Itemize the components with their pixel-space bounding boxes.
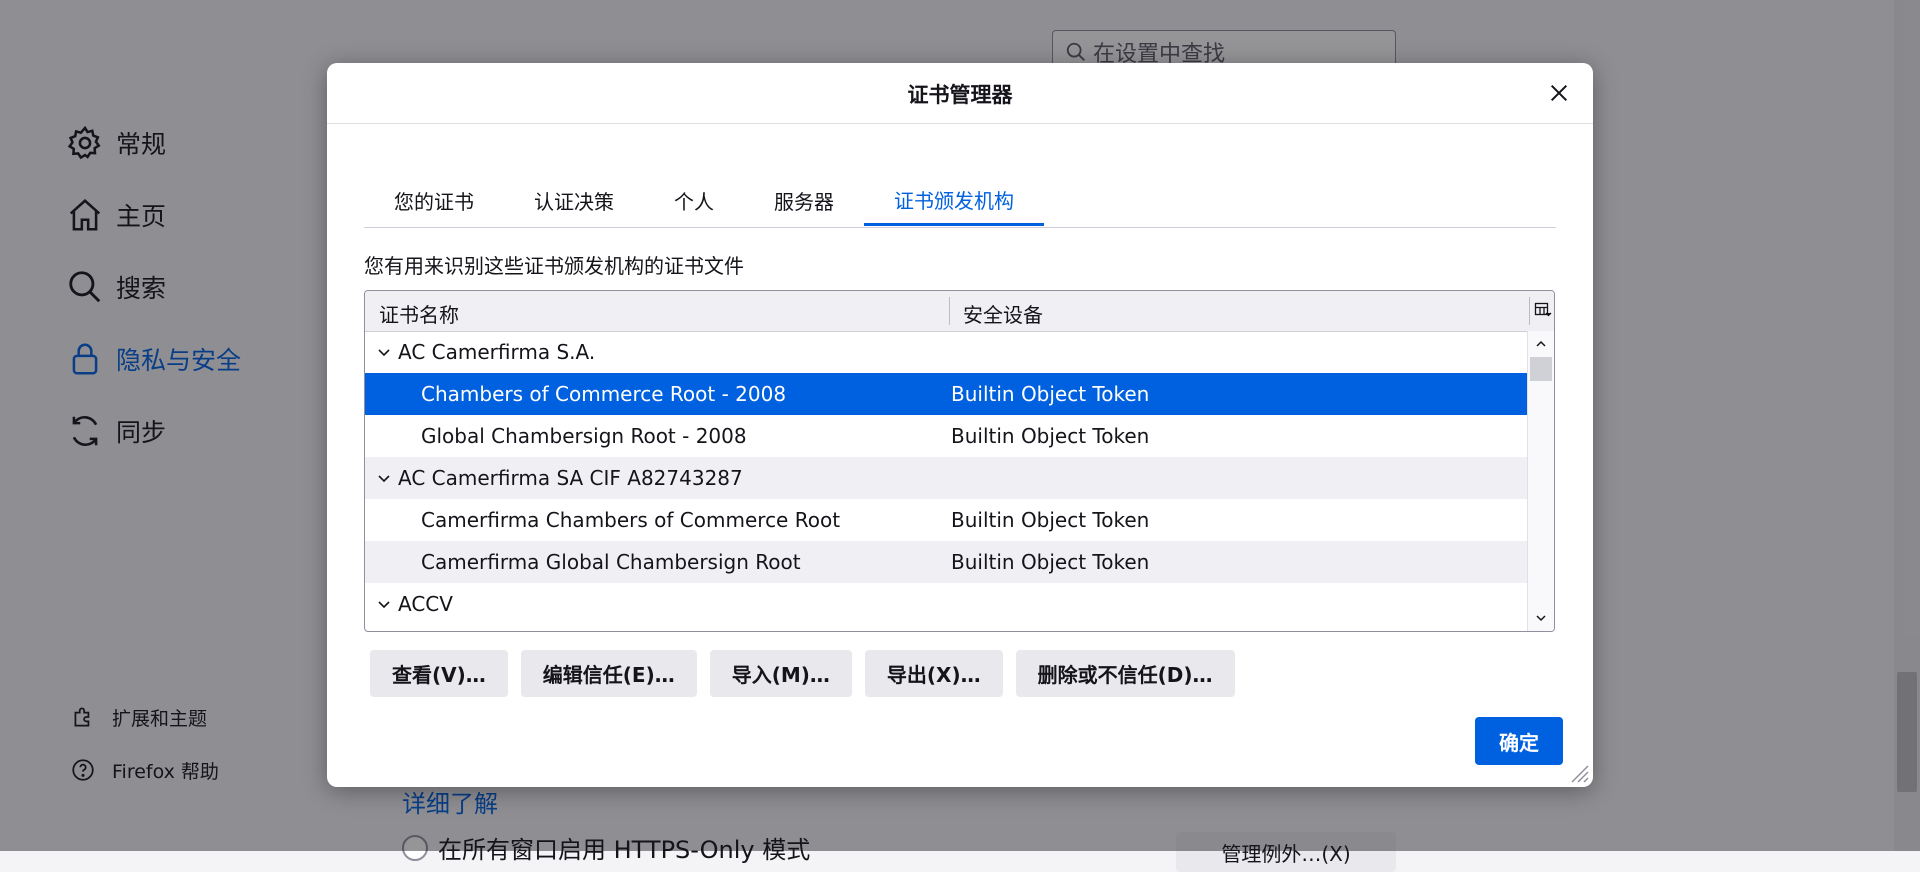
view-button[interactable]: 查看(V)… xyxy=(370,650,508,697)
certificate-tree[interactable]: 证书名称 安全设备 AC Camerfirma S.A. Chambers of… xyxy=(364,290,1555,632)
tab-people[interactable]: 个人 xyxy=(644,175,744,226)
table-row[interactable]: Camerfirma Chambers of Commerce Root Bui… xyxy=(365,499,1528,541)
table-row[interactable]: Global Chambersign Root - 2008 Builtin O… xyxy=(365,415,1528,457)
action-buttons: 查看(V)… 编辑信任(E)… 导入(M)… 导出(X)… 删除或不信任(D)… xyxy=(370,650,1248,697)
chevron-down-icon[interactable] xyxy=(375,343,393,361)
close-button[interactable] xyxy=(1543,77,1575,109)
tab-authentication-decisions[interactable]: 认证决策 xyxy=(504,175,644,226)
dialog-title: 证书管理器 xyxy=(907,83,1013,107)
chevron-down-icon[interactable] xyxy=(375,595,393,613)
tree-scrollbar[interactable] xyxy=(1527,331,1554,631)
chevron-down-icon[interactable] xyxy=(375,469,393,487)
certificate-manager-dialog: 证书管理器 您的证书 认证决策 个人 服务器 证书颁发机构 您有用来识别这些证书… xyxy=(327,63,1593,787)
cert-device: Builtin Object Token xyxy=(951,424,1150,448)
cert-name: Chambers of Commerce Root - 2008 xyxy=(421,382,787,406)
cert-device: Builtin Object Token xyxy=(951,508,1150,532)
cert-name: AC Camerfirma SA CIF A82743287 xyxy=(398,466,743,490)
column-picker-icon[interactable] xyxy=(1534,301,1552,319)
table-row[interactable]: AC Camerfirma S.A. xyxy=(365,331,1528,373)
cert-name: Camerfirma Chambers of Commerce Root xyxy=(421,508,841,532)
column-header-device[interactable]: 安全设备 xyxy=(963,299,1043,328)
export-button[interactable]: 导出(X)… xyxy=(864,650,1003,697)
close-icon xyxy=(1550,84,1568,102)
tab-servers[interactable]: 服务器 xyxy=(744,175,864,226)
cert-name: AC Camerfirma S.A. xyxy=(398,340,596,364)
ok-button[interactable]: 确定 xyxy=(1475,717,1563,765)
column-divider xyxy=(1529,297,1530,325)
cert-device: Builtin Object Token xyxy=(951,550,1150,574)
table-row[interactable]: ACCV xyxy=(365,583,1528,625)
tab-description: 您有用来识别这些证书颁发机构的证书文件 xyxy=(364,254,744,278)
chevron-down-icon[interactable] xyxy=(1534,611,1548,625)
cert-name: Camerfirma Global Chambersign Root xyxy=(421,550,801,574)
resize-grip-icon[interactable] xyxy=(1567,761,1589,783)
chevron-up-icon[interactable] xyxy=(1534,337,1548,351)
delete-or-distrust-button[interactable]: 删除或不信任(D)… xyxy=(1015,650,1235,697)
cert-name: Global Chambersign Root - 2008 xyxy=(421,424,747,448)
import-button[interactable]: 导入(M)… xyxy=(709,650,852,697)
table-row[interactable]: Camerfirma Global Chambersign Root Built… xyxy=(365,541,1528,583)
tree-header: 证书名称 安全设备 xyxy=(365,291,1554,332)
edit-trust-button[interactable]: 编辑信任(E)… xyxy=(520,650,697,697)
column-header-name[interactable]: 证书名称 xyxy=(379,299,459,328)
tree-rows: AC Camerfirma S.A. Chambers of Commerce … xyxy=(365,331,1528,625)
column-divider[interactable] xyxy=(949,297,950,325)
tree-scrollbar-thumb[interactable] xyxy=(1530,357,1552,381)
table-row[interactable]: Chambers of Commerce Root - 2008 Builtin… xyxy=(365,373,1528,415)
cert-name: ACCV xyxy=(398,592,453,616)
tab-bar: 您的证书 认证决策 个人 服务器 证书颁发机构 xyxy=(364,175,1556,228)
tab-your-certificates[interactable]: 您的证书 xyxy=(364,175,504,226)
table-row[interactable]: AC Camerfirma SA CIF A82743287 xyxy=(365,457,1528,499)
tab-authorities[interactable]: 证书颁发机构 xyxy=(864,175,1044,226)
cert-device: Builtin Object Token xyxy=(951,382,1150,406)
dialog-header: 证书管理器 xyxy=(327,63,1593,124)
